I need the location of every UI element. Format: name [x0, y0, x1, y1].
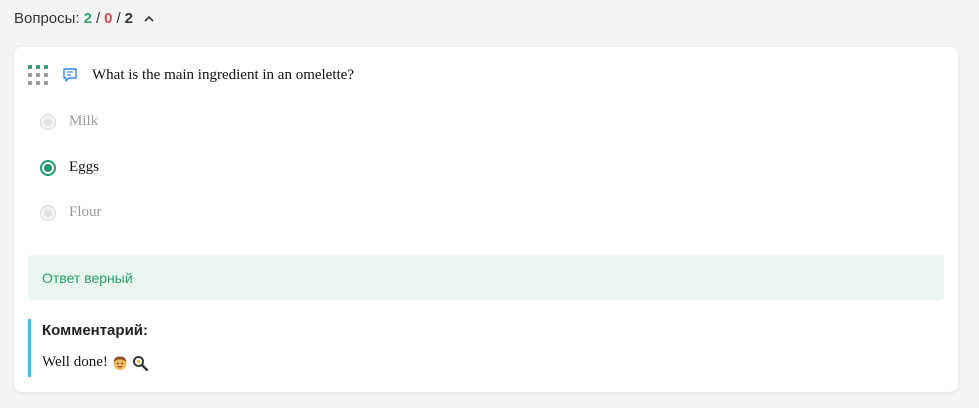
option-label: Flour	[69, 204, 102, 220]
comment-icon	[62, 67, 78, 83]
drag-handle-icon[interactable]	[28, 65, 50, 85]
separator: /	[95, 9, 101, 27]
frying-pan-egg-icon	[132, 355, 149, 371]
comment-title: Комментарий:	[42, 322, 149, 339]
result-banner: Ответ верный	[28, 255, 944, 300]
comment-text: Well done!	[42, 354, 108, 370]
radio-button[interactable]	[40, 159, 56, 176]
question-card: What is the main ingredient in an omelet…	[14, 47, 958, 392]
summary-label: Вопросы:	[14, 9, 80, 27]
option-eggs[interactable]: Eggs	[40, 159, 99, 176]
question-text: What is the main ingredient in an omelet…	[92, 66, 354, 83]
separator: /	[116, 9, 121, 27]
option-label: Milk	[69, 113, 99, 129]
correct-count: 2	[83, 9, 92, 27]
comment-body: Well done!	[42, 354, 944, 371]
question-row: What is the main ingredient in an omelet…	[28, 65, 354, 85]
option-flour[interactable]: Flour	[40, 204, 102, 221]
comment-block: Комментарий: Well done!	[28, 319, 944, 377]
option-label: Eggs	[69, 159, 99, 175]
questions-summary: Вопросы: 2 / 0 / 2	[14, 8, 155, 28]
result-text: Ответ верный	[42, 269, 133, 286]
option-milk[interactable]: Milk	[40, 113, 98, 130]
total-count: 2	[124, 9, 133, 27]
wrong-count: 0	[104, 9, 113, 27]
radio-button[interactable]	[40, 204, 56, 221]
chevron-up-icon[interactable]	[143, 12, 155, 24]
boy-face-icon	[112, 355, 128, 371]
radio-button[interactable]	[40, 113, 56, 130]
